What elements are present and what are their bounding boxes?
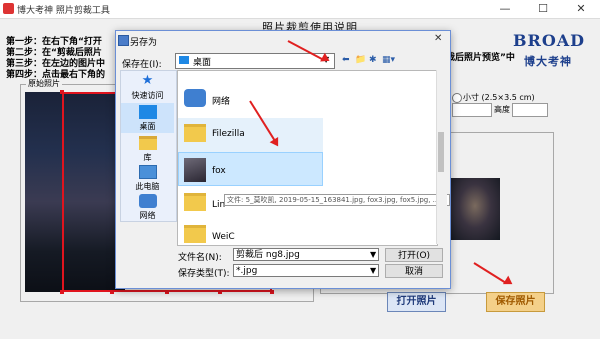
brand-logo-text: BROAD	[513, 31, 586, 50]
original-photo-label: 原始照片	[26, 78, 62, 89]
dialog-title: 另存为	[130, 38, 158, 48]
app-title: 博大考神 照片剪裁工具	[17, 6, 110, 16]
star-icon: ★	[141, 73, 154, 88]
folder-icon	[184, 193, 206, 211]
file-item-label[interactable]: fox	[212, 166, 226, 176]
folder-icon	[184, 124, 206, 142]
back-icon[interactable]: ⬅	[342, 55, 350, 65]
dialog-open-button[interactable]: 打开(O)	[385, 248, 443, 262]
brand-logo-cn: 博大考神	[524, 55, 572, 68]
place-label: 此电脑	[135, 182, 160, 191]
filetype-label: 保存类型(T):	[178, 269, 230, 279]
folder-icon	[184, 225, 206, 243]
open-photo-button[interactable]: 打开照片	[387, 292, 446, 312]
place-library[interactable]: 库	[121, 136, 174, 163]
chevron-down-icon[interactable]: ▼	[370, 250, 376, 259]
size-radio[interactable]	[452, 93, 462, 103]
image-icon	[184, 158, 206, 182]
desktop-icon	[179, 56, 189, 64]
place-network[interactable]: 网络	[121, 194, 174, 221]
filename-input[interactable]: 剪裁后 ng8.jpg	[233, 248, 379, 261]
crop-handle-tl[interactable]	[60, 90, 64, 94]
crop-handle-bottom-mid[interactable]	[165, 290, 169, 294]
save-photo-button[interactable]: 保存照片	[486, 292, 545, 312]
step-2-tail-text: 裁后照片预览”中	[446, 53, 515, 63]
chevron-down-icon[interactable]: ▼	[370, 266, 376, 275]
crop-handle-bottom[interactable]	[110, 290, 114, 294]
place-this-pc[interactable]: 此电脑	[121, 165, 174, 192]
scrollbar-thumb[interactable]	[438, 132, 444, 172]
place-label: 快速访问	[131, 91, 164, 100]
dialog-close-button[interactable]: ✕	[434, 33, 442, 44]
computer-icon	[138, 165, 157, 179]
network-icon	[184, 89, 206, 107]
height-label: 高度	[494, 105, 510, 114]
place-label: 网络	[139, 211, 156, 220]
view-menu-icon[interactable]: ▦▾	[382, 55, 395, 65]
cropped-preview-image	[450, 178, 500, 240]
close-window-button[interactable]: ✕	[562, 0, 600, 18]
file-item-label[interactable]: WeiC	[212, 232, 235, 242]
up-folder-icon[interactable]: 📁	[355, 55, 366, 65]
place-quick-access[interactable]: ★ 快速访问	[121, 74, 174, 101]
dialog-app-icon	[118, 35, 129, 46]
width-spinner[interactable]	[452, 103, 492, 117]
minimize-button[interactable]: —	[486, 0, 524, 18]
filetype-select[interactable]: *.jpg	[233, 264, 379, 277]
crop-handle-br[interactable]	[270, 290, 274, 294]
place-label: 库	[143, 153, 152, 162]
file-item-label[interactable]: Filezilla	[212, 129, 245, 139]
place-desktop[interactable]: 桌面	[121, 105, 174, 132]
network-icon	[138, 194, 157, 208]
filename-label: 文件名(N):	[178, 253, 222, 263]
location-value: 桌面	[193, 58, 212, 68]
size-option-label: 小寸 (2.5×3.5 cm)	[463, 93, 535, 102]
library-icon	[138, 136, 157, 150]
file-item-label[interactable]: 网络	[212, 94, 230, 107]
crop-handle-bottom-right-mid[interactable]	[218, 290, 222, 294]
new-folder-icon[interactable]: ✱	[369, 55, 377, 65]
app-logo-icon	[3, 3, 14, 14]
crop-handle-bl[interactable]	[60, 290, 64, 294]
maximize-button[interactable]: ☐	[524, 0, 562, 18]
save-in-label: 保存在(I):	[122, 60, 162, 70]
height-spinner[interactable]	[512, 103, 548, 117]
place-label: 桌面	[139, 122, 156, 131]
desktop-icon	[138, 105, 157, 119]
dialog-cancel-button[interactable]: 取消	[385, 264, 443, 278]
file-tooltip: 文件: 5_莫吹凯, 2019-05-15_163841.jpg, fox3.j…	[224, 194, 450, 206]
